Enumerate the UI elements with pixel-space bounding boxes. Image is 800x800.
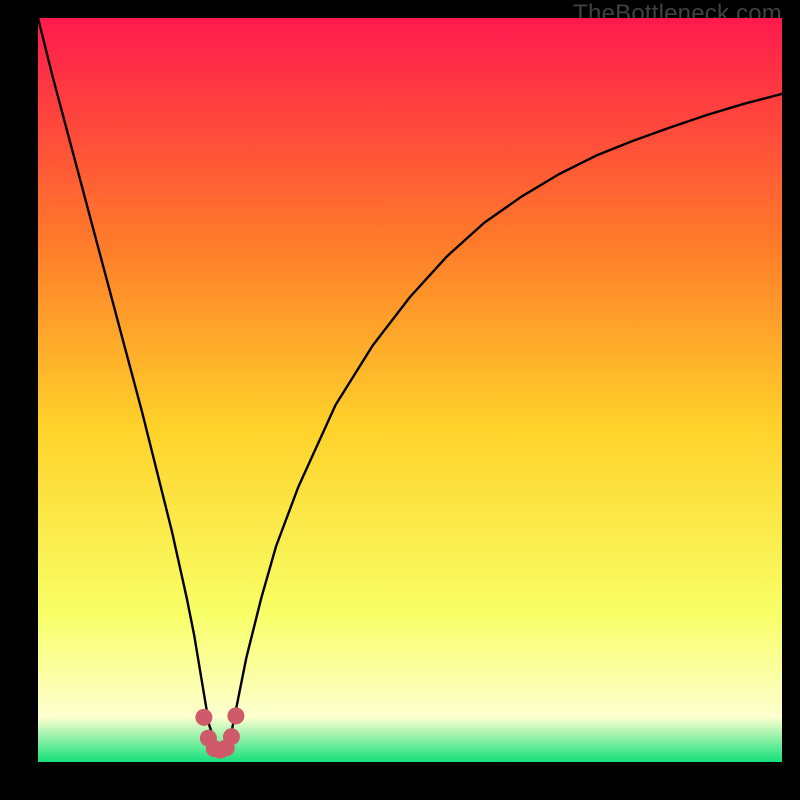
highlight-dot bbox=[227, 707, 244, 724]
gradient-background bbox=[38, 18, 782, 762]
highlight-dot bbox=[195, 709, 212, 726]
bottleneck-chart bbox=[38, 18, 782, 762]
highlight-dot bbox=[223, 728, 240, 745]
chart-stage: TheBottleneck.com bbox=[0, 0, 800, 800]
